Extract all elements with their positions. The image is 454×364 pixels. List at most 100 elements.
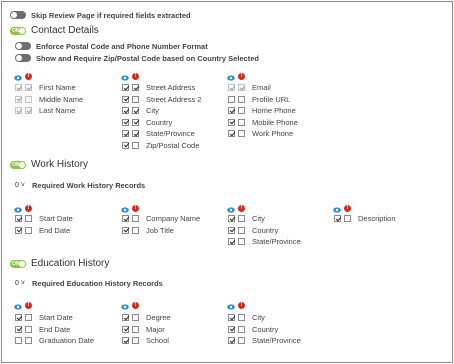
field-label: City xyxy=(146,106,159,115)
required-checkbox xyxy=(25,84,32,91)
required-checkbox[interactable] xyxy=(238,118,245,126)
required-checkbox[interactable] xyxy=(238,130,245,137)
education-records-label: Required Education History Records xyxy=(32,279,163,288)
visible-eye-icon xyxy=(227,206,235,213)
visible-checkbox[interactable] xyxy=(122,95,129,103)
visible-checkbox[interactable] xyxy=(122,215,129,222)
enforce-format-toggle[interactable] xyxy=(15,42,31,50)
required-checkbox[interactable] xyxy=(238,314,245,321)
field-label: State/Province xyxy=(252,336,301,345)
visible-eye-icon xyxy=(227,74,235,81)
required-checkbox[interactable] xyxy=(132,118,139,126)
show-zip-toggle[interactable] xyxy=(15,54,31,62)
field-label: School xyxy=(146,336,169,345)
visible-eye-icon xyxy=(121,206,129,213)
required-checkbox[interactable] xyxy=(238,238,245,245)
required-icon: ! xyxy=(238,302,245,309)
field-label: Last Name xyxy=(39,106,76,115)
skip-review-label: Skip Review Page if required fields extr… xyxy=(31,11,191,20)
visible-eye-icon xyxy=(121,303,129,310)
required-checkbox[interactable] xyxy=(132,107,139,114)
required-checkbox[interactable] xyxy=(25,226,32,234)
required-checkbox[interactable] xyxy=(238,107,245,114)
required-icon: ! xyxy=(132,73,139,80)
visible-checkbox[interactable] xyxy=(122,130,129,137)
required-icon: ! xyxy=(25,205,32,212)
education-history-toggle[interactable]: ON xyxy=(10,260,26,268)
visible-checkbox[interactable] xyxy=(228,107,235,114)
field-label: Home Phone xyxy=(252,106,296,115)
visible-checkbox[interactable] xyxy=(15,337,22,344)
visible-checkbox[interactable] xyxy=(122,107,129,114)
required-icon: ! xyxy=(344,205,351,212)
visible-checkbox[interactable] xyxy=(228,226,235,234)
visible-checkbox[interactable] xyxy=(122,84,129,91)
visible-checkbox[interactable] xyxy=(228,325,235,333)
visible-checkbox xyxy=(15,107,22,114)
visible-checkbox[interactable] xyxy=(122,314,129,321)
work-records-select[interactable]: 0 ˅ xyxy=(15,181,27,190)
required-checkbox[interactable] xyxy=(132,337,139,344)
education-history-title: Education History xyxy=(31,258,110,269)
chevron-down-icon: ˅ xyxy=(18,182,25,189)
required-checkbox[interactable] xyxy=(132,95,139,103)
visible-checkbox[interactable] xyxy=(228,95,235,103)
visible-checkbox[interactable] xyxy=(228,130,235,137)
visible-checkbox[interactable] xyxy=(228,118,235,126)
work-history-toggle[interactable]: ON xyxy=(10,161,26,169)
required-checkbox[interactable] xyxy=(238,337,245,344)
required-checkbox[interactable] xyxy=(344,215,351,222)
visible-checkbox[interactable] xyxy=(122,118,129,126)
field-label: State/Province xyxy=(146,129,195,138)
chevron-down-icon: ˅ xyxy=(18,280,25,287)
field-label: Description xyxy=(358,214,396,223)
visible-checkbox[interactable] xyxy=(15,215,22,222)
required-checkbox[interactable] xyxy=(238,226,245,234)
field-label: First Name xyxy=(39,83,76,92)
field-label: Company Name xyxy=(146,214,201,223)
visible-checkbox[interactable] xyxy=(228,238,235,245)
visible-eye-icon xyxy=(121,74,129,81)
work-history-title: Work History xyxy=(31,159,89,170)
field-label: Zip/Postal Code xyxy=(146,140,200,150)
required-checkbox[interactable] xyxy=(25,325,32,333)
visible-checkbox[interactable] xyxy=(122,226,129,234)
visible-checkbox[interactable] xyxy=(15,314,22,321)
required-checkbox[interactable] xyxy=(238,215,245,222)
field-label: Country xyxy=(252,225,279,235)
required-checkbox[interactable] xyxy=(132,84,139,91)
skip-review-toggle[interactable] xyxy=(10,11,26,19)
visible-checkbox[interactable] xyxy=(228,337,235,344)
visible-checkbox[interactable] xyxy=(334,215,341,222)
required-icon: ! xyxy=(132,302,139,309)
required-checkbox xyxy=(25,95,32,103)
visible-checkbox[interactable] xyxy=(122,141,129,149)
visible-checkbox[interactable] xyxy=(15,325,22,333)
education-records-select[interactable]: 0 ˅ xyxy=(15,279,27,288)
contact-details-toggle[interactable]: ON xyxy=(10,27,26,35)
required-checkbox[interactable] xyxy=(132,130,139,137)
required-checkbox[interactable] xyxy=(132,141,139,149)
required-checkbox xyxy=(25,107,32,114)
visible-checkbox[interactable] xyxy=(228,215,235,222)
field-label: Street Address 2 xyxy=(146,94,202,104)
visible-checkbox[interactable] xyxy=(15,226,22,234)
field-label: Start Date xyxy=(39,313,73,322)
field-label: Street Address xyxy=(146,83,196,92)
visible-checkbox[interactable] xyxy=(228,314,235,321)
required-checkbox[interactable] xyxy=(132,226,139,234)
required-checkbox[interactable] xyxy=(132,314,139,321)
required-checkbox[interactable] xyxy=(238,325,245,333)
enforce-format-label: Enforce Postal Code and Phone Number For… xyxy=(36,42,208,51)
required-checkbox[interactable] xyxy=(25,215,32,222)
required-checkbox[interactable] xyxy=(25,314,32,321)
required-checkbox[interactable] xyxy=(238,95,245,103)
required-checkbox[interactable] xyxy=(132,215,139,222)
visible-checkbox[interactable] xyxy=(122,325,129,333)
required-icon: ! xyxy=(25,73,32,80)
visible-checkbox[interactable] xyxy=(122,337,129,344)
required-icon: ! xyxy=(25,302,32,309)
required-checkbox[interactable] xyxy=(25,337,32,344)
required-checkbox[interactable] xyxy=(132,325,139,333)
field-label: Job Title xyxy=(146,225,174,235)
